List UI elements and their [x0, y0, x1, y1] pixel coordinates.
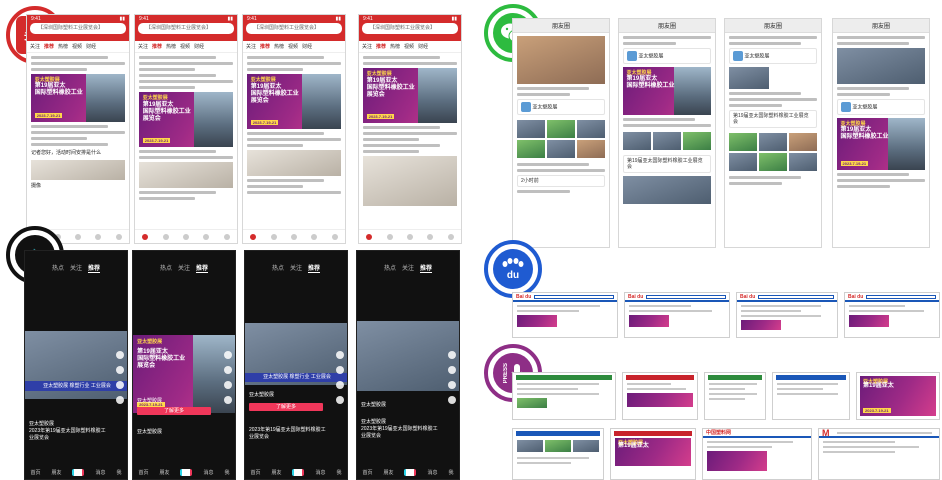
exhibition-poster[interactable]: 亚太塑胶展 第19届亚太 国际塑料橡胶工业 展览会 2023.7.19-21 — [247, 74, 341, 129]
baidu-result-page-2[interactable]: Bai du — [624, 292, 730, 338]
press-page-4[interactable] — [772, 372, 850, 420]
learn-more-button[interactable]: 了解更多 — [249, 403, 323, 411]
nav-friends[interactable]: 朋友 — [51, 469, 61, 476]
wechat-screenshot-3: 朋友圈 亚太塑胶展 第19届亚太国际塑料橡胶工业展览会 — [724, 18, 822, 248]
search-input[interactable]: 【深圳国际塑料工业展览会】 — [246, 23, 342, 34]
toutiao-screenshot-3: 9:41 ▮▮ 【深圳国际塑料工业展览会】 关注 推荐 热榜 视频 财经 亚太塑胶展 第1… — [242, 14, 346, 244]
nav-home[interactable]: 首页 — [30, 469, 40, 476]
nav-messages[interactable]: 消息 — [95, 469, 105, 476]
tab-item[interactable]: 关注 — [30, 43, 40, 50]
author-name: 摄像 — [31, 183, 42, 189]
baidu-logo-badge: du — [484, 240, 542, 298]
douyin-screenshot-4: 热点 关注 推荐 亚太塑胶展 亚太塑胶展 2023年第19届亚太国际塑料橡胶工业展览会… — [356, 250, 460, 480]
douyin-screenshot-2: 热点 关注 推荐 亚太塑胶展 第19届亚太 国际塑料橡胶工业 展览会 2023.7.19… — [132, 250, 236, 480]
toutiao-screenshot-1: 9:41 ▮▮ 【深圳国际塑料工业展览会】 关注 推荐 热榜 视频 财经 亚太塑胶… — [26, 14, 130, 244]
tab-item[interactable]: 推荐 — [44, 43, 54, 50]
exhibition-poster[interactable]: 亚太塑胶展 第19届亚太 国际塑料橡胶工业 — [623, 67, 711, 115]
press-page-5[interactable]: 亚太塑胶展 第19届亚太 2023.7.19-21 — [856, 372, 940, 420]
press-page-8[interactable]: 中国塑料网 — [702, 428, 812, 480]
press-page-6[interactable] — [512, 428, 604, 480]
search-input[interactable]: 【深圳国际塑料工业展览会】 — [362, 23, 458, 34]
baidu-paw-icon: du — [493, 249, 533, 289]
exhibition-poster[interactable]: 亚太塑胶展 第19届亚太 国际塑料橡胶工业 展览会 2023.7.19-21 — [363, 68, 457, 123]
wechat-screenshot-1: 朋友圈 亚太塑胶展 2小时前 — [512, 18, 610, 248]
bottom-nav: 首页 朋友 消息 我 — [25, 466, 127, 479]
press-label: PRESS — [503, 362, 509, 384]
search-input[interactable]: 【深圳国际塑料工业展览会】 — [30, 23, 126, 34]
top-tabs: 热点 关注 推荐 — [25, 251, 127, 273]
like-icon[interactable] — [116, 366, 124, 374]
wechat-screenshot-4: 朋友圈 亚太塑胶展 亚太塑胶展 第19届亚太 国际塑料橡胶工业 2023.7.19… — [832, 18, 930, 248]
tab-item[interactable]: 财经 — [86, 43, 96, 50]
tv-icon[interactable] — [74, 233, 81, 240]
baidu-result-page-3[interactable]: Bai du — [736, 292, 838, 338]
create-button[interactable] — [72, 469, 85, 476]
tab-item[interactable]: 热榜 — [58, 43, 68, 50]
comment-icon[interactable] — [116, 381, 124, 389]
exhibition-poster[interactable]: 亚太塑胶展 第19届亚太 国际塑料橡胶工业 2023.7.19-21 — [31, 74, 125, 122]
profile-icon[interactable] — [115, 233, 122, 240]
douyin-screenshot-1: 热点 关注 推荐 亚太塑胶展 橡塑行业 工业展会 亚太塑胶展 2023年第19届亚… — [24, 250, 128, 480]
tab-item[interactable]: 热点 — [52, 263, 64, 273]
toutiao-screenshot-4: 9:41 ▮▮ 【深圳国际塑料工业展览会】 关注 推荐 热榜 视频 财经 亚太塑胶展 第1… — [358, 14, 462, 244]
exhibition-poster[interactable]: 亚太塑胶展 第19届亚太 国际塑料橡胶工业 2023.7.19-21 — [837, 118, 925, 170]
video-frame[interactable] — [357, 321, 459, 391]
tab-bar: 关注 推荐 热榜 视频 财经 — [27, 41, 129, 53]
press-page-3[interactable] — [704, 372, 766, 420]
toutiao-screenshot-2: 9:41 ▮▮ 【深圳国际塑料工业展览会】 关注 推荐 热榜 视频 财经 亚太塑胶展 第1… — [134, 14, 238, 244]
news-snippet: 记者您好，活动时间安排是什么 — [31, 150, 102, 156]
press-page-9[interactable]: M — [818, 428, 940, 480]
tab-item[interactable]: 视频 — [72, 43, 82, 50]
douyin-screenshot-3: 热点 关注 推荐 亚太塑胶展 橡塑行业 工业展会 亚太塑胶展 了解更多 2023年第… — [244, 250, 348, 480]
baidu-label: du — [506, 269, 520, 281]
press-page-1[interactable] — [512, 372, 616, 420]
press-page-2[interactable] — [622, 372, 698, 420]
avatar[interactable] — [116, 351, 124, 359]
share-icon[interactable] — [116, 396, 124, 404]
baidu-result-page-4[interactable]: Bai du — [844, 292, 940, 338]
tab-item[interactable]: 推荐 — [88, 263, 101, 273]
nav-me[interactable]: 我 — [116, 469, 121, 476]
search-input[interactable]: 【深圳国际塑料工业展览会】 — [138, 23, 234, 34]
page-title: 朋友圈 — [513, 19, 609, 33]
press-page-7[interactable]: 亚太塑胶展 第19届亚太 — [610, 428, 696, 480]
task-icon[interactable] — [95, 233, 102, 240]
exhibition-poster[interactable]: 亚太塑胶展 第19届亚太 国际塑料橡胶工业 展览会 2023.7.19-21 — [139, 92, 233, 147]
tab-item[interactable]: 关注 — [70, 263, 82, 273]
baidu-result-page-1[interactable]: Bai du — [512, 292, 618, 338]
wechat-screenshot-2: 朋友圈 亚太塑胶展 亚太塑胶展 第19届亚太 国际塑料橡胶工业 第19届亚太国际塑… — [618, 18, 716, 248]
learn-more-button[interactable]: 了解更多 — [137, 407, 211, 415]
